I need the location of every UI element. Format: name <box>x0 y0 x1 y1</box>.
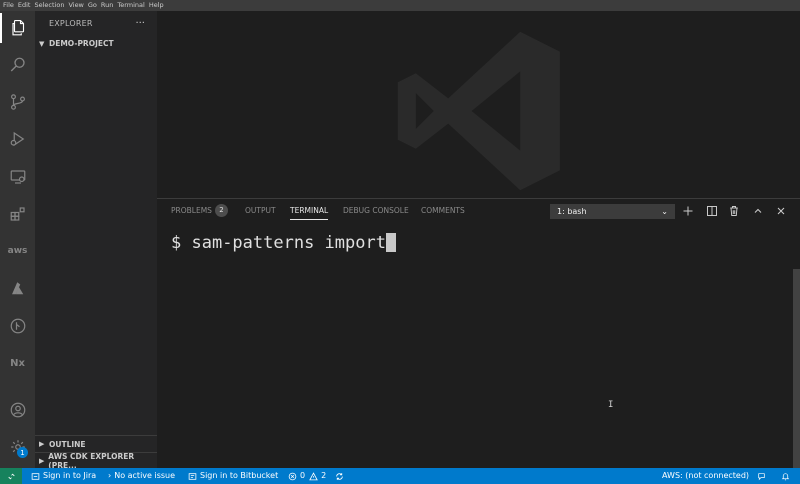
panel-tabs: PROBLEMS 2 OUTPUT TERMINAL DEBUG CONSOLE … <box>157 199 800 223</box>
menu-file[interactable]: File <box>3 0 14 11</box>
terminal-cursor <box>385 233 396 252</box>
menu-edit[interactable]: Edit <box>18 0 31 11</box>
problems-status[interactable]: 0 2 <box>288 468 326 484</box>
bitbucket-icon <box>188 472 197 480</box>
chevron-right-icon: › <box>108 471 112 480</box>
split-terminal-icon[interactable] <box>705 204 719 218</box>
terminal-command: sam-patterns import <box>191 233 386 253</box>
cdk-explorer-section[interactable]: ▶ AWS CDK EXPLORER (PRE... <box>35 452 157 470</box>
search-icon[interactable] <box>0 50 35 80</box>
gitlens-icon[interactable] <box>0 311 35 341</box>
chevron-down-icon: ▼ <box>39 39 45 48</box>
menu-selection[interactable]: Selection <box>34 0 64 11</box>
menu-terminal[interactable]: Terminal <box>117 0 144 11</box>
menu-help[interactable]: Help <box>149 0 164 11</box>
warning-icon <box>309 471 318 480</box>
aws-icon-label: aws <box>7 246 28 256</box>
error-count: 0 <box>300 471 306 480</box>
tab-problems-label: PROBLEMS <box>171 206 212 215</box>
remote-explorer-icon[interactable] <box>0 162 35 192</box>
close-panel-icon[interactable] <box>774 204 788 218</box>
error-icon <box>288 472 297 480</box>
source-control-icon[interactable] <box>0 87 35 117</box>
bitbucket-sign-in-label: Sign in to Bitbucket <box>200 471 279 480</box>
project-name: DEMO-PROJECT <box>49 39 114 48</box>
add-terminal-icon[interactable] <box>681 204 695 218</box>
tab-comments[interactable]: COMMENTS <box>421 199 465 223</box>
sidebar-title: EXPLORER <box>49 18 93 28</box>
aws-icon[interactable]: aws <box>0 236 35 266</box>
ibeam-cursor-icon: I <box>608 400 614 410</box>
terminal-select[interactable]: 1: bash ⌄ <box>550 204 675 219</box>
status-bar: Sign in to Jira › No active issue Sign i… <box>0 468 800 484</box>
maximize-panel-icon[interactable] <box>751 204 765 218</box>
active-issue[interactable]: › No active issue <box>108 468 175 484</box>
outline-section[interactable]: ▶ OUTLINE <box>35 435 157 452</box>
project-section[interactable]: ▼ DEMO-PROJECT <box>35 35 157 52</box>
settings-gear-icon[interactable]: 1 <box>0 432 35 462</box>
tab-terminal[interactable]: TERMINAL <box>290 199 329 223</box>
sync-icon[interactable] <box>335 468 347 484</box>
editor-area <box>157 11 800 198</box>
feedback-icon[interactable] <box>757 468 769 484</box>
extensions-icon[interactable] <box>0 199 35 229</box>
outline-label: OUTLINE <box>49 439 86 449</box>
terminal-select-value: 1: bash <box>557 207 587 216</box>
sidebar-header: EXPLORER ··· <box>35 11 157 35</box>
account-icon[interactable] <box>0 395 35 425</box>
tab-problems[interactable]: PROBLEMS 2 <box>171 199 228 223</box>
chevron-down-icon: ⌄ <box>661 207 668 216</box>
menu-view[interactable]: View <box>68 0 83 11</box>
bottom-panel: PROBLEMS 2 OUTPUT TERMINAL DEBUG CONSOLE … <box>157 198 800 469</box>
sidebar: EXPLORER ··· ▼ DEMO-PROJECT ▶ OUTLINE ▶ … <box>35 11 157 470</box>
warning-count: 2 <box>321 471 327 480</box>
azure-icon[interactable] <box>0 274 35 304</box>
nx-icon-label: Nx <box>10 357 25 369</box>
aws-connection-status[interactable]: AWS: (not connected) <box>662 468 749 484</box>
terminal-prompt: $ <box>171 233 192 253</box>
bitbucket-sign-in[interactable]: Sign in to Bitbucket <box>188 468 278 484</box>
nx-icon[interactable]: Nx <box>0 348 35 378</box>
tab-output[interactable]: OUTPUT <box>245 199 276 223</box>
menu-go[interactable]: Go <box>88 0 97 11</box>
more-actions-icon[interactable]: ··· <box>135 18 145 29</box>
notifications-bell-icon[interactable] <box>781 468 793 484</box>
chevron-right-icon: ▶ <box>39 440 45 448</box>
menu-bar: File Edit Selection View Go Run Terminal… <box>0 0 800 11</box>
menu-run[interactable]: Run <box>101 0 113 11</box>
jira-icon <box>31 472 40 480</box>
active-issue-label: No active issue <box>114 471 176 480</box>
run-debug-icon[interactable] <box>0 124 35 154</box>
activity-bar: aws Nx 1 <box>0 11 35 468</box>
tab-debug-console[interactable]: DEBUG CONSOLE <box>343 199 409 223</box>
remote-icon[interactable] <box>0 468 22 484</box>
chevron-right-icon: ▶ <box>39 457 45 465</box>
terminal-output[interactable]: $ sam-patterns import <box>171 233 396 253</box>
terminal-scrollbar[interactable] <box>793 269 800 469</box>
settings-badge: 1 <box>17 447 28 458</box>
kill-terminal-icon[interactable] <box>727 204 741 218</box>
vscode-logo-watermark <box>397 31 560 191</box>
jira-sign-in-label: Sign in to Jira <box>43 471 97 480</box>
explorer-icon[interactable] <box>0 13 35 43</box>
jira-sign-in[interactable]: Sign in to Jira <box>31 468 96 484</box>
problems-count-badge: 2 <box>214 203 228 217</box>
